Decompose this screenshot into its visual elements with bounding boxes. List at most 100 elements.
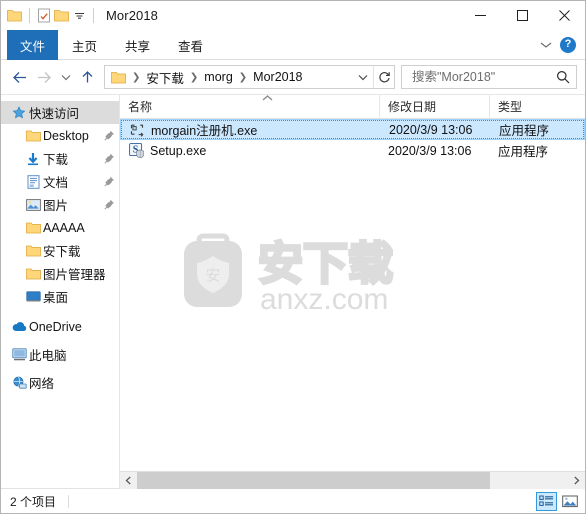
tab-share[interactable]: 共享 [111, 30, 164, 60]
this-pc-icon [9, 348, 29, 361]
horizontal-scrollbar[interactable] [120, 471, 585, 489]
file-date-cell: 2020/3/9 13:06 [389, 122, 473, 137]
folder-icon [23, 268, 43, 280]
table-row[interactable]: morgain注册机.exe 2020/3/9 13:06 应用程序 [120, 119, 585, 140]
sidebar-item-pictures[interactable]: 图片 [1, 193, 119, 216]
sidebar-item-documents[interactable]: 文档 [1, 170, 119, 193]
column-headers: 名称 修改日期 类型 [120, 94, 585, 119]
close-button[interactable] [543, 1, 585, 30]
table-row[interactable]: S Setup.exe 2020/3/9 13:06 应用程序 [120, 140, 585, 161]
breadcrumb-separator-0[interactable]: ❯ [129, 72, 143, 83]
sidebar-item-quick-access[interactable]: 快速访问 [1, 101, 119, 124]
watermark-cn-text: 安下载 [258, 237, 393, 290]
address-folder-icon [109, 71, 129, 84]
breadcrumb-separator-2[interactable]: ❯ [236, 72, 250, 83]
properties-icon[interactable] [37, 8, 51, 23]
folder-icon[interactable] [7, 9, 22, 22]
sidebar-item-downloads[interactable]: 下载 [1, 147, 119, 170]
scrollbar-thumb[interactable] [137, 471, 491, 489]
navigation-bar: ❯ 安下载 ❯ morg ❯ Mor2018 [1, 60, 585, 94]
new-folder-icon[interactable] [54, 9, 69, 22]
sidebar-item-picture-manager[interactable]: 图片管理器 [1, 262, 119, 285]
pin-icon[interactable] [102, 153, 115, 164]
pictures-icon [23, 198, 43, 211]
qat-divider [29, 8, 30, 23]
address-dropdown-icon[interactable] [353, 66, 373, 88]
help-icon[interactable]: ? [560, 36, 576, 53]
column-header-date[interactable]: 修改日期 [380, 94, 490, 119]
folder-icon [23, 130, 43, 142]
breadcrumb-item-1[interactable]: morg [201, 68, 235, 86]
sidebar-item-label: Desktop [43, 128, 89, 143]
minimize-button[interactable] [459, 1, 501, 30]
sidebar-item-desktop-pinned[interactable]: Desktop [1, 124, 119, 147]
scroll-left-icon[interactable] [120, 471, 137, 489]
sidebar-item-label: 快速访问 [29, 107, 80, 121]
window-body: 快速访问 Desktop 下载 文档 图片 AAAAA 安下载 图片管理器 桌面… [1, 94, 585, 489]
watermark-en-text: anxz.com [260, 283, 388, 316]
recent-locations-caret-icon[interactable] [57, 64, 75, 90]
search-icon[interactable] [556, 70, 572, 84]
breadcrumb-item-0[interactable]: 安下载 [143, 66, 187, 89]
breadcrumb: ❯ 安下载 ❯ morg ❯ Mor2018 [105, 66, 353, 89]
sidebar-item-label: 文档 [43, 176, 69, 190]
navigation-pane[interactable]: 快速访问 Desktop 下载 文档 图片 AAAAA 安下载 图片管理器 桌面… [1, 95, 120, 488]
window-controls [459, 1, 585, 30]
qat-divider-2 [93, 8, 94, 23]
setup-shield-exe-icon: S [128, 143, 144, 159]
sidebar-item-network[interactable]: 网络 [1, 371, 119, 394]
sidebar-item-label: 桌面 [43, 291, 69, 305]
search-box[interactable] [401, 65, 577, 89]
breadcrumb-item-2[interactable]: Mor2018 [250, 68, 305, 86]
ribbon-right-controls: ? [540, 30, 585, 59]
scroll-right-icon[interactable] [568, 471, 585, 489]
watermark-anxz: 安 安下载 anxz.com [170, 224, 430, 319]
file-explorer-window: Mor2018 文件 主页 共享 查看 ? ❯ 安下载 ❯ morg ❯ Mor… [0, 0, 586, 514]
address-bar[interactable]: ❯ 安下载 ❯ morg ❯ Mor2018 [104, 65, 395, 89]
star-pin-icon [9, 105, 29, 120]
up-button[interactable] [75, 64, 100, 90]
file-type-cell: 应用程序 [499, 124, 550, 138]
sidebar-item-onedrive[interactable]: OneDrive [1, 315, 119, 338]
search-input[interactable] [410, 69, 556, 85]
sort-ascending-icon [261, 91, 274, 105]
refresh-icon[interactable] [374, 66, 394, 88]
customize-qat-caret-icon[interactable] [72, 8, 86, 24]
network-icon [9, 376, 29, 389]
pin-icon[interactable] [102, 199, 115, 210]
file-rows[interactable]: 安 安下载 anxz.com morgain注册机.exe 2020/3/9 1… [120, 119, 585, 471]
file-name-label: morgain注册机.exe [151, 124, 258, 138]
sidebar-item-label: OneDrive [29, 319, 82, 334]
sidebar-item-label: 网络 [29, 377, 55, 391]
details-view-button[interactable] [536, 491, 557, 511]
sidebar-item-desktop[interactable]: 桌面 [1, 285, 119, 308]
sidebar-item-this-pc[interactable]: 此电脑 [1, 343, 119, 366]
maximize-button[interactable] [501, 1, 543, 30]
pin-icon[interactable] [102, 176, 115, 187]
scrollbar-track[interactable] [137, 471, 568, 489]
large-icons-view-button[interactable] [559, 492, 580, 511]
column-header-date-label: 修改日期 [388, 100, 437, 114]
sidebar-item-anxiazai[interactable]: 安下载 [1, 239, 119, 262]
pin-icon[interactable] [102, 130, 115, 141]
column-header-type-label: 类型 [498, 100, 523, 114]
folder-icon [23, 245, 43, 257]
back-button[interactable] [7, 64, 32, 90]
item-count-label: 2 个项目 [10, 494, 57, 509]
folder-icon [23, 222, 43, 234]
forward-button[interactable] [32, 64, 57, 90]
breadcrumb-separator-1[interactable]: ❯ [187, 72, 201, 83]
file-date-cell: 2020/3/9 13:06 [388, 143, 472, 158]
column-header-name[interactable]: 名称 [120, 94, 380, 119]
chevron-down-icon[interactable] [540, 41, 552, 49]
sidebar-item-label: 此电脑 [29, 349, 67, 363]
tab-home[interactable]: 主页 [58, 30, 111, 60]
file-name-label: Setup.exe [150, 143, 207, 158]
tab-file[interactable]: 文件 [7, 30, 59, 60]
file-type-cell: 应用程序 [498, 145, 549, 159]
sidebar-item-label: 安下载 [43, 245, 81, 259]
tab-view[interactable]: 查看 [164, 30, 217, 60]
sidebar-item-aaaaa[interactable]: AAAAA [1, 216, 119, 239]
view-mode-buttons [536, 491, 580, 511]
column-header-type[interactable]: 类型 [490, 95, 585, 119]
